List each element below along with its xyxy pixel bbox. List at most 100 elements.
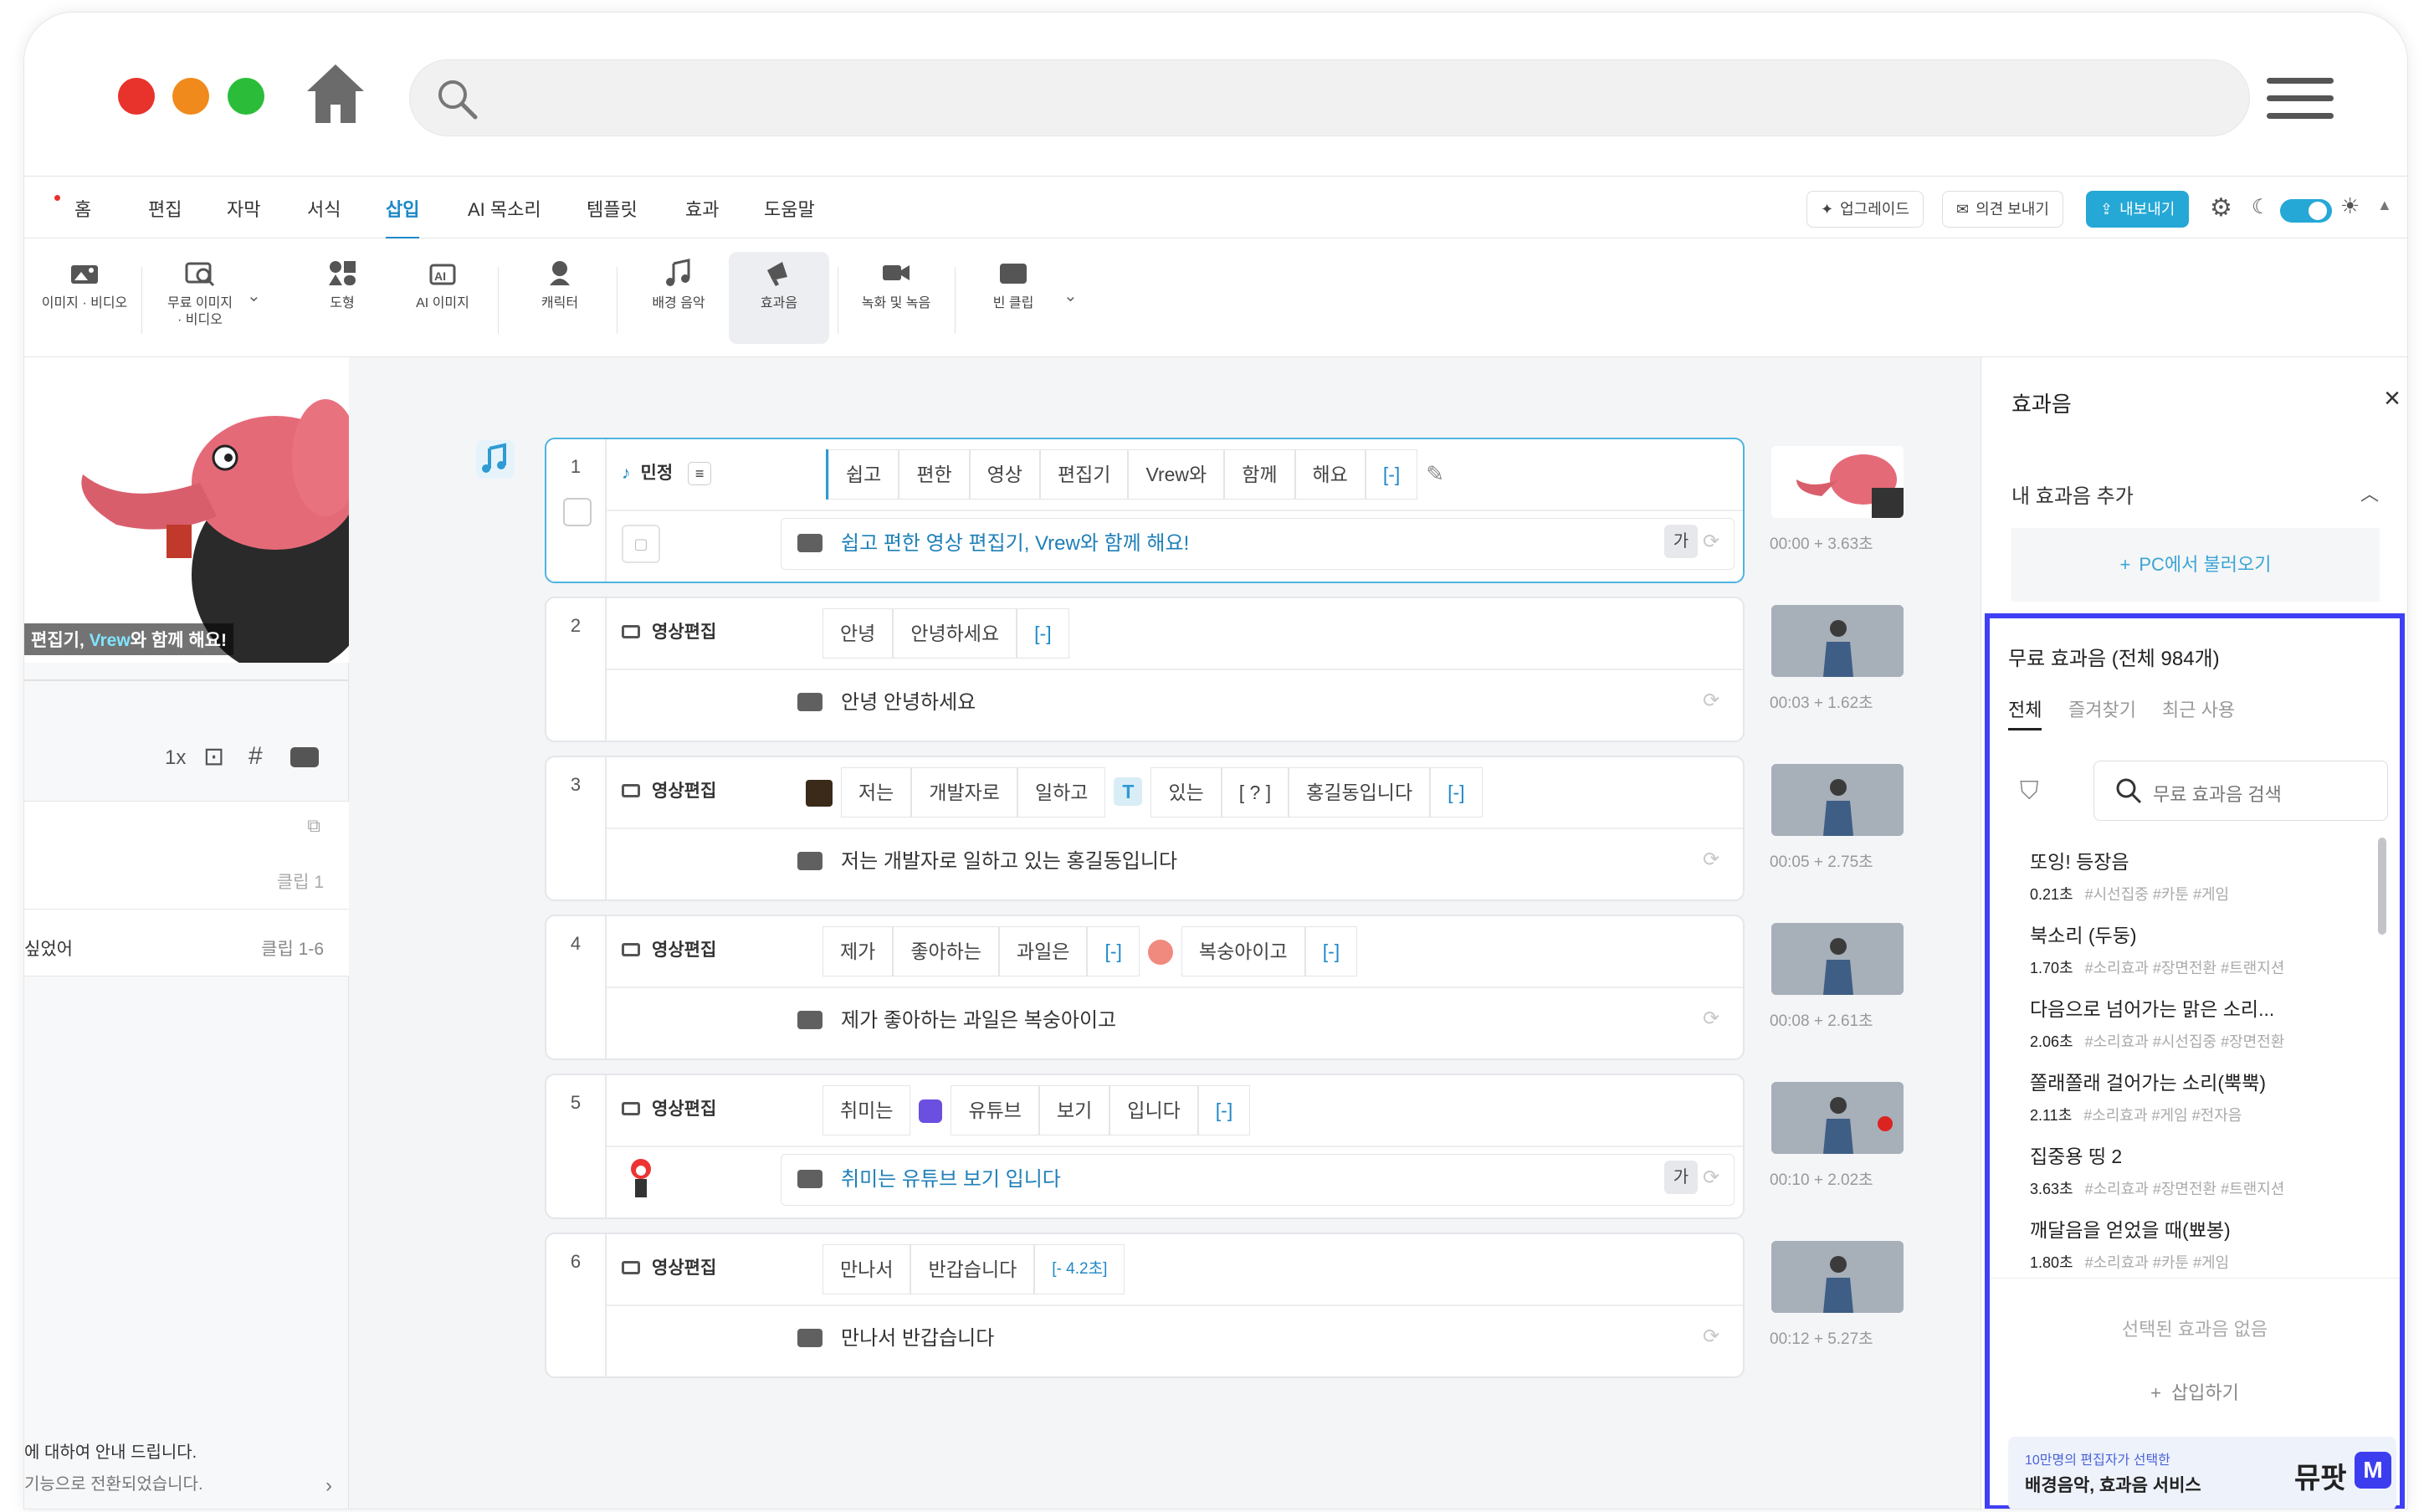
collapse-up-icon[interactable]: ▲ — [2377, 197, 2392, 214]
sfx-list-item[interactable]: 깨달음을 얻었을 때(뾰봉) 1.80초 #소리효과 #카툰 #게임 — [2030, 1214, 2231, 1273]
silence-chip[interactable]: [-] — [1087, 926, 1140, 976]
silence-chip[interactable]: [-] — [1304, 926, 1358, 976]
shape-tool[interactable]: 도형 — [292, 259, 392, 312]
sticker-icon[interactable] — [910, 1085, 951, 1135]
caption-text[interactable]: 만나서 반갑습니다 — [797, 1321, 994, 1351]
caption-text[interactable]: 쉽고 편한 영상 편집기, Vrew와 함께 해요! — [797, 526, 1189, 556]
sfx-list-item[interactable]: 집중용 띵 2 3.63초 #소리효과 #장면전환 #트랜지션 — [2030, 1140, 2284, 1199]
peach-sticker-icon[interactable] — [1139, 926, 1181, 976]
speaker-label[interactable]: ♪ 민정 ≡ — [622, 459, 712, 485]
link-icon[interactable]: ⟳ — [1703, 1007, 1728, 1030]
sfx-list-item[interactable]: 북소리 (두둥) 1.70초 #소리효과 #장면전환 #트랜지션 — [2030, 920, 2284, 978]
browser-menu-icon[interactable] — [2267, 78, 2334, 128]
address-bar[interactable] — [409, 59, 2250, 136]
tab-recent[interactable]: 최근 사용 — [2162, 695, 2235, 722]
menu-edit[interactable]: 편집 — [148, 195, 182, 222]
menu-home[interactable]: 홈 — [74, 195, 91, 222]
word-chip[interactable]: 유튜브 — [951, 1085, 1039, 1135]
clip-row[interactable]: 2 영상편집 안녕 안녕하세요 [-] 안녕 안녕하세요 ⟳ — [545, 597, 1745, 742]
word-chip[interactable]: 쉽고 — [828, 449, 899, 500]
text-sticker-icon[interactable]: T — [1105, 767, 1151, 818]
silence-chip[interactable]: [-] — [1430, 767, 1483, 818]
minimize-window-button[interactable] — [172, 78, 209, 115]
font-style-button[interactable]: 가 — [1664, 525, 1698, 558]
word-chip[interactable]: 영상 — [969, 449, 1040, 500]
word-chip[interactable]: 안녕하세요 — [893, 608, 1017, 659]
add-media-icon[interactable]: ▢ — [622, 525, 660, 563]
chevron-down-icon[interactable]: ⌄ — [247, 285, 261, 306]
filter-icon[interactable]: ⛉ — [2020, 777, 2039, 806]
subtitle-toggle-icon[interactable] — [290, 747, 319, 767]
clip-row[interactable]: 3 영상편집 저는 개발자로 일하고 T 있는 [ ? ] 홍길동입니다 [-]… — [545, 756, 1745, 901]
free-image-tool[interactable]: 무료 이미지 · 비디오 — [150, 259, 250, 329]
record-tool[interactable]: 녹화 및 녹음 — [846, 259, 946, 312]
clip-row[interactable]: 6 영상편집 만나서 반갑습니다 [- 4.2초] 만나서 반갑습니다 ⟳ — [545, 1233, 1745, 1378]
clip-row[interactable]: 5 영상편집 취미는 유튜브 보기 입니다 [-] 취미는 유튜브 보기 입니다… — [545, 1074, 1745, 1219]
word-chip[interactable]: 취미는 — [822, 1085, 911, 1135]
speaker-label[interactable]: 영상편집 — [622, 936, 716, 961]
speaker-label[interactable]: 영상편집 — [622, 1254, 716, 1279]
screenshot-icon[interactable]: ⊡ — [203, 742, 224, 771]
caption-text[interactable]: 안녕 안녕하세요 — [797, 685, 976, 715]
settings-gear-icon[interactable]: ⚙ — [2210, 193, 2232, 223]
character-sticker-icon[interactable] — [622, 1156, 660, 1199]
tab-all[interactable]: 전체 — [2008, 695, 2042, 730]
word-chip[interactable]: 함께 — [1224, 449, 1295, 500]
word-chip[interactable]: 있는 — [1150, 767, 1222, 818]
word-chip[interactable]: 개발자로 — [911, 767, 1017, 818]
clip-thumbnail[interactable] — [1771, 1082, 1904, 1154]
sfx-list-scrollbar[interactable] — [2378, 838, 2386, 935]
link-icon[interactable]: ⟳ — [1703, 530, 1728, 553]
word-chip[interactable]: 안녕 — [822, 608, 894, 659]
mupot-banner[interactable]: 10만명의 편집자가 선택한 배경음악, 효과음 서비스 뮤팟 M — [2008, 1437, 2396, 1509]
word-chip[interactable]: 보기 — [1038, 1085, 1110, 1135]
word-chip[interactable]: 제가 — [822, 926, 894, 976]
character-tool[interactable]: 캐릭터 — [510, 259, 610, 312]
font-style-button[interactable]: 가 — [1664, 1161, 1698, 1194]
speaker-label[interactable]: 영상편집 — [622, 1095, 716, 1120]
menu-insert[interactable]: 삽입 — [386, 195, 420, 240]
ai-image-tool[interactable]: AI AI 이미지 — [392, 259, 493, 312]
bgm-track-icon[interactable] — [476, 440, 515, 479]
menu-template[interactable]: 템플릿 — [587, 195, 638, 222]
grid-icon[interactable]: # — [249, 742, 263, 771]
caption-text[interactable]: 저는 개발자로 일하고 있는 홍길동입니다 — [797, 844, 1177, 874]
silence-chip[interactable]: [- 4.2초] — [1034, 1244, 1125, 1294]
menu-ai-voice[interactable]: AI 목소리 — [468, 195, 541, 222]
menu-subtitle[interactable]: 자막 — [227, 195, 260, 222]
my-sfx-header[interactable]: 내 효과음 추가 — [2011, 479, 2134, 509]
link-icon[interactable]: ⟳ — [1703, 689, 1728, 712]
video-preview[interactable]: 편집기, Vrew와 함께 해요! — [24, 357, 349, 663]
menu-format[interactable]: 서식 — [307, 195, 341, 222]
bgm-tool[interactable]: 배경 음악 — [628, 259, 729, 312]
upgrade-button[interactable]: ✦ 업그레이드 — [1806, 191, 1924, 228]
close-window-button[interactable] — [118, 78, 155, 115]
speaker-label[interactable]: 영상편집 — [622, 618, 716, 643]
sfx-list-item[interactable]: 쫄래쫄래 걸어가는 소리(뿍뿍) 2.11초 #소리효과 #게임 #전자음 — [2030, 1067, 2266, 1125]
word-chip[interactable]: 만나서 — [822, 1244, 911, 1294]
image-video-tool[interactable]: 이미지 · 비디오 — [34, 259, 135, 312]
menu-effects[interactable]: 효과 — [685, 195, 719, 222]
clip-thumbnail[interactable] — [1771, 1241, 1904, 1313]
word-chip[interactable]: 편집기 — [1039, 449, 1129, 500]
tab-favorites[interactable]: 즐겨찾기 — [2068, 695, 2136, 722]
load-from-pc-button[interactable]: + PC에서 불러오기 — [2011, 528, 2380, 602]
sfx-search-input[interactable]: 무료 효과음 검색 — [2093, 761, 2388, 821]
pencil-icon[interactable]: ✎ — [1417, 449, 1453, 500]
clip-text[interactable]: 싶었어 — [24, 935, 73, 961]
silence-chip[interactable]: [-] — [1365, 449, 1418, 500]
word-chip[interactable]: 저는 — [841, 767, 912, 818]
blank-clip-tool[interactable]: 빈 클립 — [963, 259, 1063, 312]
word-chip[interactable]: 반갑습니다 — [910, 1244, 1035, 1294]
word-chip[interactable]: 입니다 — [1109, 1085, 1198, 1135]
word-chip[interactable]: 좋아하는 — [893, 926, 999, 976]
sfx-list-item[interactable]: 또잉! 등장음 0.21초 #시선집중 #카툰 #게임 — [2030, 846, 2229, 905]
sfx-tool[interactable]: 효과음 — [729, 252, 829, 344]
menu-help[interactable]: 도움말 — [764, 195, 815, 222]
caption-text[interactable]: 취미는 유튜브 보기 입니다 — [797, 1162, 1061, 1192]
clip-thumbnail[interactable] — [1771, 764, 1904, 836]
caption-text[interactable]: 제가 좋아하는 과일은 복숭아이고 — [797, 1003, 1116, 1033]
theme-toggle[interactable] — [2280, 199, 2332, 223]
link-icon[interactable]: ⟳ — [1703, 1166, 1728, 1189]
playback-speed[interactable]: 1x — [165, 746, 186, 770]
